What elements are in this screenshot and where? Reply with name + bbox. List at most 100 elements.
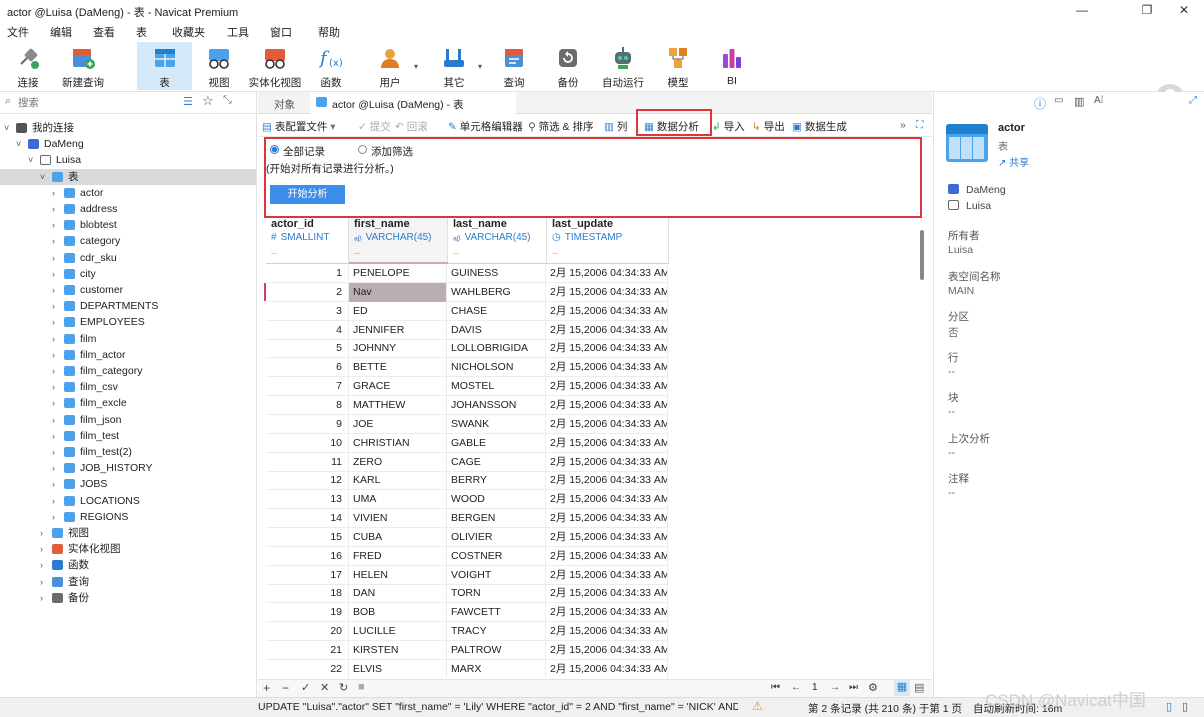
chevron-icon[interactable]: ›	[52, 476, 55, 492]
table-row[interactable]: 7 GRACE MOSTEL 2月 15,2006 04:34:33 AM	[266, 377, 668, 397]
commit-button[interactable]: ✓ 提交	[358, 119, 391, 134]
table-cell[interactable]: GRACE	[349, 377, 447, 397]
table-cell[interactable]: VOIGHT	[447, 565, 546, 585]
tree-table-film_category[interactable]: › film_category	[0, 363, 256, 379]
table-cell[interactable]: 2月 15,2006 04:34:33 AM	[546, 584, 668, 604]
table-cell[interactable]: Nav	[349, 282, 447, 302]
tree-table-film_excle[interactable]: › film_excle	[0, 395, 256, 411]
table-cell[interactable]: 2月 15,2006 04:34:33 AM	[546, 377, 668, 397]
table-cell[interactable]: MATTHEW	[349, 395, 447, 415]
table-cell[interactable]: PENELOPE	[349, 264, 447, 283]
table-row[interactable]: 19 BOB FAWCETT 2月 15,2006 04:34:33 AM	[266, 603, 668, 623]
table-cell[interactable]: OLIVIER	[447, 527, 546, 547]
table-cell[interactable]: 18	[266, 584, 349, 604]
tree-schema[interactable]: ˅ Luisa	[0, 152, 256, 168]
tree-table-film[interactable]: › film	[0, 331, 256, 347]
chevron-icon[interactable]: ›	[52, 428, 55, 444]
toolbar-other-button[interactable]: 其它	[432, 42, 476, 90]
minimize-button[interactable]: —	[1062, 0, 1102, 20]
ddl-icon[interactable]: ▭	[1054, 95, 1063, 106]
chevron-icon[interactable]: ›	[52, 282, 55, 298]
table-cell[interactable]: 19	[266, 603, 349, 623]
table-cell[interactable]: 11	[266, 452, 349, 472]
tree-folder-function[interactable]: › 函数	[0, 557, 256, 573]
table-cell[interactable]: 6	[266, 358, 349, 378]
table-cell[interactable]: COSTNER	[447, 546, 546, 566]
layout-left-icon[interactable]: ▯	[1166, 700, 1172, 713]
table-cell[interactable]: 2月 15,2006 04:34:33 AM	[546, 546, 668, 566]
chevron-icon[interactable]: ›	[52, 185, 55, 201]
table-cell[interactable]: UMA	[349, 490, 447, 510]
toolbar-new-query-button[interactable]: 新建查询	[56, 42, 110, 90]
tree-tables-folder[interactable]: ˅ 表	[0, 168, 256, 185]
toolbar-view-button[interactable]: 视图	[196, 42, 242, 90]
tree-table-JOB_HISTORY[interactable]: › JOB_HISTORY	[0, 460, 256, 476]
table-cell[interactable]: VIVIEN	[349, 509, 447, 529]
column-header-last_name[interactable]: last_name ₐᵦ VARCHAR(45) --	[448, 218, 547, 264]
tree-table-cdr_sku[interactable]: › cdr_sku	[0, 250, 256, 266]
tree-table-film_json[interactable]: › film_json	[0, 412, 256, 428]
table-cell[interactable]: DAN	[349, 584, 447, 604]
table-cell[interactable]: 14	[266, 509, 349, 529]
chevron-icon[interactable]: ›	[52, 217, 55, 233]
menu-table[interactable]: 表	[136, 24, 147, 40]
tree-table-actor[interactable]: › actor	[0, 185, 256, 201]
table-cell[interactable]: 2月 15,2006 04:34:33 AM	[546, 264, 668, 283]
toolbar-automation-button[interactable]: 自动运行	[600, 42, 646, 90]
table-row[interactable]: 4 JENNIFER DAVIS 2月 15,2006 04:34:33 AM	[266, 320, 668, 340]
chevron-icon[interactable]: ›	[40, 590, 43, 606]
next-page-icon[interactable]: →	[830, 682, 840, 693]
table-cell[interactable]: LOLLOBRIGIDA	[447, 339, 546, 359]
tab-actor-table[interactable]: actor @Luisa (DaMeng) - 表	[310, 92, 516, 114]
chevron-icon[interactable]: ›	[52, 412, 55, 428]
table-cell[interactable]: 4	[266, 320, 349, 340]
star-icon[interactable]: ☆	[202, 93, 214, 109]
chevron-icon[interactable]: ›	[52, 460, 55, 476]
other-dropdown-icon[interactable]: ▾	[478, 62, 482, 71]
table-cell[interactable]: 2月 15,2006 04:34:33 AM	[546, 527, 668, 547]
column-header-first_name[interactable]: first_name ₐᵦ VARCHAR(45) --	[349, 218, 448, 264]
table-cell[interactable]: 2月 15,2006 04:34:33 AM	[546, 320, 668, 340]
table-cell[interactable]: BETTE	[349, 358, 447, 378]
table-row[interactable]: 8 MATTHEW JOHANSSON 2月 15,2006 04:34:33 AM	[266, 395, 668, 415]
table-cell[interactable]: JOHANSSON	[447, 395, 546, 415]
toolbar-connect-button[interactable]: 连接	[6, 42, 50, 90]
table-cell[interactable]: 21	[266, 641, 349, 660]
table-cell[interactable]: 9	[266, 414, 349, 434]
tree-table-address[interactable]: › address	[0, 201, 256, 217]
table-cell[interactable]: 2月 15,2006 04:34:33 AM	[546, 414, 668, 434]
toolbar-query-button[interactable]: 查询	[494, 42, 534, 90]
table-cell[interactable]: LUCILLE	[349, 622, 447, 642]
table-cell[interactable]: FAWCETT	[447, 603, 546, 623]
table-row[interactable]: 18 DAN TORN 2月 15,2006 04:34:33 AM	[266, 584, 668, 604]
ai-icon[interactable]: A⁞	[1094, 95, 1103, 106]
settings-icon[interactable]: ⚙	[868, 681, 878, 694]
table-cell[interactable]: 22	[266, 659, 349, 678]
column-header-actor_id[interactable]: actor_id # SMALLINT --	[266, 218, 349, 264]
table-cell[interactable]: CAGE	[447, 452, 546, 472]
table-cell[interactable]: 2月 15,2006 04:34:33 AM	[546, 452, 668, 472]
collapse-icon[interactable]: ⤡	[223, 94, 232, 107]
table-cell[interactable]: TORN	[447, 584, 546, 604]
table-row[interactable]: 2 Nav WAHLBERG 2月 15,2006 04:34:33 AM	[264, 282, 668, 302]
tree-table-blobtest[interactable]: › blobtest	[0, 217, 256, 233]
table-cell[interactable]: 20	[266, 622, 349, 642]
table-cell[interactable]: 12	[266, 471, 349, 491]
filter-sort-button[interactable]: ⚲ 筛选 & 排序	[528, 119, 593, 134]
chevron-icon[interactable]: ›	[52, 509, 55, 525]
chevron-icon[interactable]: ˅	[16, 136, 21, 152]
table-row[interactable]: 17 HELEN VOIGHT 2月 15,2006 04:34:33 AM	[266, 565, 668, 585]
chevron-icon[interactable]: ›	[52, 347, 55, 363]
table-cell[interactable]: 2月 15,2006 04:34:33 AM	[546, 622, 668, 642]
table-cell[interactable]: 2月 15,2006 04:34:33 AM	[546, 301, 668, 321]
menu-tools[interactable]: 工具	[227, 24, 249, 40]
grid-view-icon[interactable]: ▦	[894, 680, 910, 696]
table-cell[interactable]: JOE	[349, 414, 447, 434]
apply-icon[interactable]: ✓	[301, 681, 310, 694]
table-cell[interactable]: CUBA	[349, 527, 447, 547]
table-row[interactable]: 9 JOE SWANK 2月 15,2006 04:34:33 AM	[266, 414, 668, 434]
chevron-icon[interactable]: ˅	[4, 120, 9, 136]
tree-root[interactable]: ˅ 我的连接	[0, 120, 256, 136]
menu-view[interactable]: 查看	[93, 24, 115, 40]
table-cell[interactable]: KARL	[349, 471, 447, 491]
